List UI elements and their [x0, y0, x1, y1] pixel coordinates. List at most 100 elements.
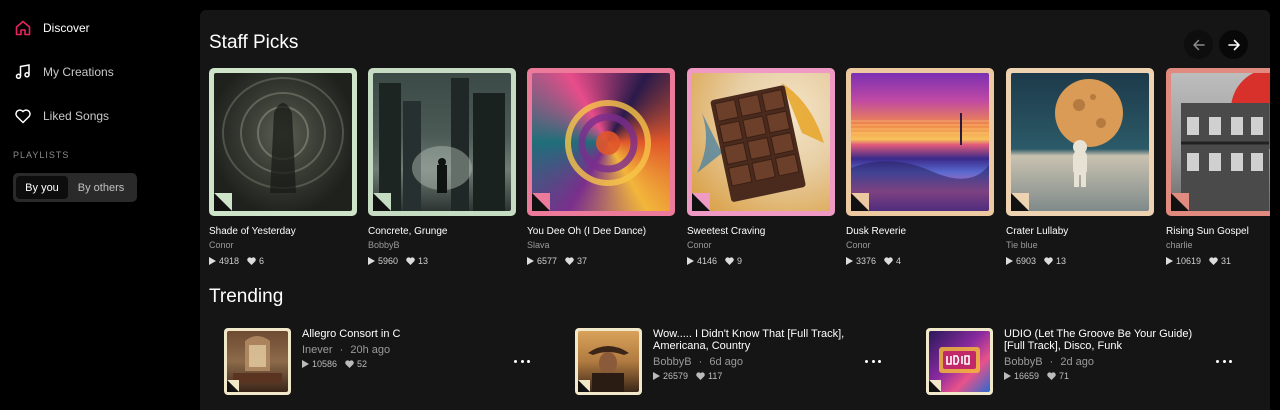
song-card[interactable]: Sweetest Craving Conor 4146 9 [687, 68, 835, 266]
staff-picks-carousel: Shade of Yesterday Conor 4918 6 Concrete… [209, 68, 1270, 278]
arrow-right-icon [1227, 39, 1240, 50]
corner-logo-icon [373, 193, 391, 211]
more-options-button[interactable] [865, 354, 881, 368]
trending-age: 2d ago [1060, 356, 1094, 368]
card-artist[interactable]: Tie blue [1006, 240, 1154, 250]
nav-liked-songs-label: Liked Songs [43, 109, 110, 123]
trending-thumb [575, 328, 642, 395]
trending-item[interactable]: UDIO (Let The Groove Be Your Guide) [Ful… [926, 328, 1256, 396]
cover-art [373, 73, 511, 211]
trending-info: Wow..... I Didn't Know That [Full Track]… [653, 328, 853, 381]
play-count: 5960 [378, 256, 399, 266]
cover-art [214, 73, 352, 211]
heart-icon [247, 257, 256, 265]
tab-by-others[interactable]: By others [68, 176, 134, 199]
trending-item[interactable]: Wow..... I Didn't Know That [Full Track]… [575, 328, 905, 396]
card-title[interactable]: Sweetest Craving [687, 226, 835, 237]
tab-by-you[interactable]: By you [16, 176, 68, 199]
card-title[interactable]: Crater Lullaby [1006, 226, 1154, 237]
song-card[interactable]: Dusk Reverie Conor 3376 4 [846, 68, 994, 266]
play-icon [1004, 372, 1011, 380]
cover-frame [687, 68, 835, 216]
card-title[interactable]: Dusk Reverie [846, 226, 994, 237]
main-panel: Staff Picks Shade of Yesterday Conor 491… [200, 10, 1270, 410]
play-icon [1006, 257, 1013, 265]
cover-frame [846, 68, 994, 216]
sidebar: Discover My Creations Liked Songs PLAYLI… [0, 0, 200, 410]
card-stats: 5960 13 [368, 256, 516, 266]
like-count: 71 [1059, 371, 1070, 381]
trending-artist[interactable]: Inever [302, 344, 333, 356]
play-icon [368, 257, 375, 265]
trending-title[interactable]: UDIO (Let The Groove Be Your Guide) [Ful… [1004, 328, 1204, 352]
heart-icon [696, 372, 705, 380]
corner-logo-icon [227, 380, 239, 392]
trending-meta: BobbyB · 6d ago [653, 356, 743, 368]
card-artist[interactable]: Conor [846, 240, 994, 250]
trending-title[interactable]: Wow..... I Didn't Know That [Full Track]… [653, 328, 853, 352]
card-title[interactable]: Concrete, Grunge [368, 226, 516, 237]
carousel-next-button[interactable] [1219, 30, 1248, 59]
card-title[interactable]: Shade of Yesterday [209, 226, 357, 237]
song-card[interactable]: Rising Sun Gospel charlie 10619 31 [1166, 68, 1270, 266]
corner-logo-icon [214, 193, 232, 211]
nav-discover-label: Discover [43, 21, 90, 35]
like-count: 9 [737, 256, 743, 266]
trending-artist[interactable]: BobbyB [653, 356, 692, 368]
cover-frame [527, 68, 675, 216]
play-icon [527, 257, 534, 265]
trending-stats: 10586 52 [302, 359, 502, 369]
cover-art [1011, 73, 1149, 211]
nav-my-creations-label: My Creations [43, 65, 114, 79]
arrow-left-icon [1192, 39, 1205, 50]
song-card[interactable]: You Dee Oh (I Dee Dance) Slava 6577 37 [527, 68, 675, 266]
cover-art [1171, 73, 1270, 211]
carousel-prev-button[interactable] [1184, 30, 1213, 59]
heart-icon [1044, 257, 1053, 265]
music-note-icon [13, 62, 33, 82]
cover-art [851, 73, 989, 211]
cover-frame [209, 68, 357, 216]
cover-frame [1006, 68, 1154, 216]
corner-logo-icon [851, 193, 869, 211]
corner-logo-icon [1011, 193, 1029, 211]
card-title[interactable]: Rising Sun Gospel [1166, 226, 1270, 237]
card-artist[interactable]: Conor [209, 240, 357, 250]
card-title[interactable]: You Dee Oh (I Dee Dance) [527, 226, 675, 237]
trending-meta: BobbyB · 2d ago [1004, 356, 1094, 368]
corner-logo-icon [692, 193, 710, 211]
play-icon [846, 257, 853, 265]
more-options-button[interactable] [1216, 354, 1232, 368]
play-count: 6903 [1016, 256, 1037, 266]
more-options-button[interactable] [514, 354, 530, 368]
nav-discover[interactable]: Discover [13, 14, 90, 42]
card-artist[interactable]: Conor [687, 240, 835, 250]
song-card[interactable]: Crater Lullaby Tie blue 6903 13 [1006, 68, 1154, 266]
staff-picks-title: Staff Picks [209, 32, 299, 53]
card-artist[interactable]: BobbyB [368, 240, 516, 250]
play-count: 4918 [219, 256, 240, 266]
card-artist[interactable]: charlie [1166, 240, 1270, 250]
card-artist[interactable]: Slava [527, 240, 675, 250]
trending-info: UDIO (Let The Groove Be Your Guide) [Ful… [1004, 328, 1204, 381]
heart-icon [1209, 257, 1218, 265]
trending-thumb [224, 328, 291, 395]
song-card[interactable]: Concrete, Grunge BobbyB 5960 13 [368, 68, 516, 266]
song-card[interactable]: Shade of Yesterday Conor 4918 6 [209, 68, 357, 266]
nav-my-creations[interactable]: My Creations [13, 58, 114, 86]
trending-artist[interactable]: BobbyB [1004, 356, 1043, 368]
trending-stats: 26579 117 [653, 371, 853, 381]
trending-title: Trending [209, 286, 284, 307]
corner-logo-icon [532, 193, 550, 211]
nav-liked-songs[interactable]: Liked Songs [13, 102, 109, 130]
like-count: 31 [1221, 256, 1232, 266]
like-count: 37 [577, 256, 588, 266]
playlists-heading: PLAYLISTS [13, 150, 70, 160]
card-stats: 6577 37 [527, 256, 675, 266]
card-stats: 10619 31 [1166, 256, 1270, 266]
trending-title[interactable]: Allegro Consort in C [302, 328, 502, 340]
heart-icon [725, 257, 734, 265]
card-stats: 4918 6 [209, 256, 357, 266]
trending-info: Allegro Consort in C Inever · 20h ago 10… [302, 328, 502, 369]
trending-item[interactable]: Allegro Consort in C Inever · 20h ago 10… [224, 328, 554, 396]
